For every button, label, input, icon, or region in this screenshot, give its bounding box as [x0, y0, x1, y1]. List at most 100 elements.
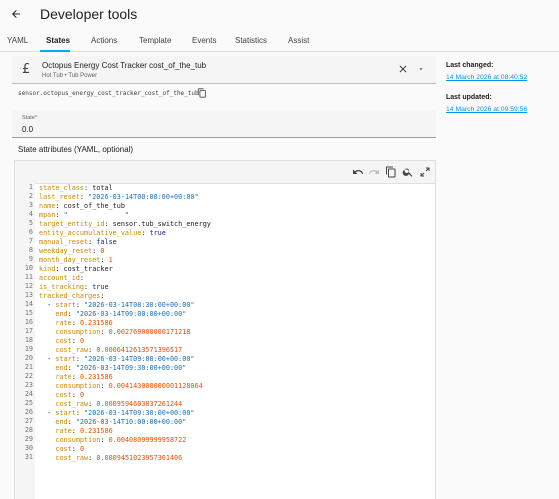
line-number: 1	[28, 183, 33, 191]
code-line: kind: cost_tracker	[39, 265, 113, 273]
code-line: end: "2026-03-14T09:00:00+00:00"	[55, 310, 187, 318]
close-icon[interactable]	[397, 63, 409, 75]
code-line: name: cost_of_the_tub	[39, 202, 125, 210]
line-number: 6	[28, 228, 33, 236]
code-line: consumption: 0.00408099999958722	[55, 436, 187, 444]
line-number: 29	[24, 435, 33, 443]
code-line: rate: 0.231586	[55, 319, 113, 327]
code-line: rate: 0.231586	[55, 373, 113, 381]
redo-icon[interactable]	[368, 166, 380, 178]
top-bar: Developer tools	[0, 0, 559, 28]
code-line: - start: "2026-03-14T09:00:00+00:00"	[39, 355, 195, 363]
code-line: cost: 0	[55, 445, 85, 453]
tab-yaml[interactable]: YAML	[7, 36, 28, 45]
copy-icon[interactable]	[385, 166, 397, 178]
code-line: last_reset: "2026-03-14T00:00:00+00:00"	[39, 193, 199, 201]
code-line: month_day_reset: 1	[39, 256, 113, 264]
code-line: cost: 0	[55, 337, 85, 345]
tab-statistics[interactable]: Statistics	[235, 36, 267, 45]
currency-gbp-icon: £	[22, 62, 31, 77]
code-area[interactable]: state_class: total last_reset: "2026-03-1…	[35, 183, 435, 499]
line-number: 9	[28, 255, 33, 263]
code-line: weekday_reset: 0	[39, 247, 105, 255]
line-number: 8	[28, 246, 33, 254]
line-number: 5	[28, 219, 33, 227]
state-value[interactable]: 0.0	[22, 125, 33, 134]
line-number: 14⌄	[15, 300, 41, 309]
code-line: is_tracking: true	[39, 283, 109, 291]
last-updated-label: Last updated:	[446, 94, 492, 101]
code-line: cost: 0	[55, 391, 85, 399]
code-line: consumption: 0.002769000000171218	[55, 328, 191, 336]
line-number: 25	[24, 399, 33, 407]
line-number: 18	[24, 336, 33, 344]
line-number: 15	[24, 309, 33, 317]
attributes-title: State attributes (YAML, optional)	[18, 145, 134, 154]
line-number: 16	[24, 318, 33, 326]
tab-events[interactable]: Events	[192, 36, 216, 45]
line-number: 31	[24, 453, 33, 461]
active-tab-indicator	[40, 50, 70, 52]
code-line: - start: "2026-03-14T08:30:00+00:00"	[39, 301, 195, 309]
page-title: Developer tools	[40, 6, 138, 22]
undo-icon[interactable]	[352, 166, 364, 178]
code-line: target_entity_id: sensor.tub_switch_ener…	[39, 220, 211, 228]
line-number: 30	[24, 444, 33, 452]
tab-states[interactable]: States	[46, 36, 70, 45]
code-line: cost_raw: 0.0006412613571396517	[55, 346, 183, 354]
line-number: 21	[24, 363, 33, 371]
back-button[interactable]	[6, 4, 26, 24]
line-number: 27	[24, 417, 33, 425]
line-number: 23	[24, 381, 33, 389]
state-input[interactable]: State* 0.0	[12, 110, 436, 138]
entity-subtitle: Hot Tub • Tub Power	[42, 73, 98, 79]
line-number: 24	[24, 390, 33, 398]
line-number: 12	[24, 282, 33, 290]
menu-down-icon[interactable]	[417, 65, 425, 73]
line-number: 13	[24, 291, 33, 299]
content-copy-icon[interactable]	[197, 88, 207, 98]
code-line: end: "2026-03-14T10:00:00+00:00"	[55, 418, 187, 426]
entity-picker[interactable]: £ Octopus Energy Cost Tracker cost_of_th…	[12, 56, 436, 84]
code-line: cost_raw: 0.0009451023957301406	[55, 454, 183, 462]
code-line: state_class: total	[39, 184, 113, 192]
line-number: 3	[28, 201, 33, 209]
arrow-left-icon	[12, 10, 20, 18]
code-line: cost_raw: 0.0009594603837261244	[55, 400, 183, 408]
line-number: 2	[28, 192, 33, 200]
line-number: 19	[24, 345, 33, 353]
line-number: 26⌄	[15, 408, 41, 417]
state-label: State*	[22, 115, 37, 121]
tab-actions[interactable]: Actions	[91, 36, 117, 45]
last-updated-link[interactable]: 14 March 2026 at 09:59:56	[446, 106, 527, 113]
yaml-editor[interactable]: 1234567891011121314⌄151617181920⌄2122232…	[14, 160, 436, 499]
last-changed-label: Last changed:	[446, 62, 494, 69]
code-line: account_id:	[39, 274, 85, 282]
code-line: mpan: " "	[39, 211, 130, 219]
code-line: consumption: 0.004143000000001128064	[55, 382, 203, 390]
code-line: end: "2026-03-14T09:30:00+00:00"	[55, 364, 187, 372]
line-number: 22	[24, 372, 33, 380]
code-line: manual_reset: false	[39, 238, 117, 246]
line-number-gutter: 1234567891011121314⌄151617181920⌄2122232…	[15, 183, 41, 462]
tab-bar: YAML States Actions Template Events Stat…	[0, 30, 559, 52]
tab-assist[interactable]: Assist	[288, 36, 309, 45]
code-line: entity_accumulative_value: true	[39, 229, 166, 237]
editor-toolbar	[15, 161, 435, 183]
line-number: 11	[24, 273, 33, 281]
code-line: rate: 0.231586	[55, 427, 113, 435]
line-number: 17	[24, 327, 33, 335]
code-line: - start: "2026-03-14T09:30:00+00:00"	[39, 409, 195, 417]
last-changed-link[interactable]: 14 March 2026 at 08:40:52	[446, 74, 527, 81]
entity-id: sensor.octopus_energy_cost_tracker_cost_…	[18, 90, 199, 97]
line-number: 20⌄	[15, 354, 41, 363]
entity-name: Octopus Energy Cost Tracker cost_of_the_…	[42, 61, 207, 70]
line-number: 4	[28, 210, 33, 218]
tab-template[interactable]: Template	[139, 36, 171, 45]
line-number: 28	[24, 426, 33, 434]
fullscreen-icon[interactable]	[419, 166, 431, 178]
line-number: 7	[28, 237, 33, 245]
code-line: tracked_charges:	[39, 292, 105, 300]
search-icon[interactable]	[402, 166, 414, 178]
line-number: 10	[24, 264, 33, 272]
